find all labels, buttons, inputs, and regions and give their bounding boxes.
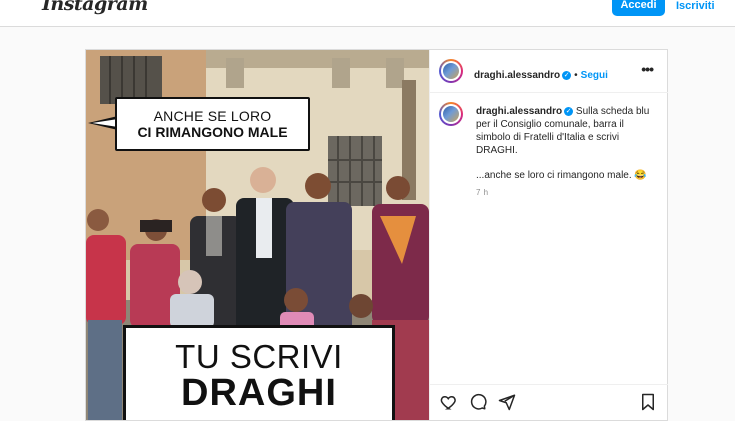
caption-verified-badge-icon: ✓: [564, 107, 574, 116]
caption: draghi.alessandro ✓ Sulla scheda blu per …: [476, 105, 656, 199]
caption-avatar[interactable]: [439, 102, 463, 126]
header-username[interactable]: draghi.alessandro: [474, 70, 560, 81]
post-timestamp[interactable]: 7 h: [476, 186, 656, 199]
share-icon[interactable]: [498, 393, 516, 411]
separator-dot: •: [574, 70, 578, 81]
bubble-line-1: ANCHE SE LORO: [153, 108, 272, 124]
action-bar: [430, 384, 668, 421]
slogan-line-2: DRAGHI: [181, 372, 337, 414]
signup-link[interactable]: Iscriviti: [676, 0, 715, 12]
caption-text-2: ...anche se loro ci rimangono male. 😂: [476, 170, 647, 181]
comment-icon[interactable]: [469, 393, 487, 411]
bookmark-icon[interactable]: [640, 393, 656, 411]
top-nav: Instagram Accedi Iscriviti: [0, 0, 735, 27]
post-sidebar: draghi.alessandro ✓ • Segui ••• draghi.ales…: [429, 50, 668, 420]
slogan-box: TU SCRIVI DRAGHI: [123, 325, 395, 420]
verified-badge-icon: ✓: [562, 71, 572, 80]
instagram-logo[interactable]: Instagram: [42, 0, 148, 15]
post-card: ANCHE SE LORO CI RIMANGONO MALE TU SCRIV…: [85, 49, 668, 421]
follow-button[interactable]: Segui: [581, 70, 608, 81]
header-meta: draghi.alessandro ✓ • Segui: [474, 65, 608, 83]
post-image[interactable]: ANCHE SE LORO CI RIMANGONO MALE TU SCRIV…: [86, 50, 429, 420]
login-button[interactable]: Accedi: [612, 0, 665, 16]
bubble-line-2: CI RIMANGONO MALE: [137, 124, 288, 140]
caption-username[interactable]: draghi.alessandro: [476, 106, 562, 117]
heart-icon[interactable]: [440, 393, 458, 411]
more-options-icon[interactable]: •••: [641, 61, 654, 77]
post-header: draghi.alessandro ✓ • Segui •••: [430, 50, 668, 93]
avatar[interactable]: [439, 59, 463, 83]
speech-bubble: ANCHE SE LORO CI RIMANGONO MALE: [115, 97, 310, 151]
slogan-line-1: TU SCRIVI: [175, 338, 343, 375]
